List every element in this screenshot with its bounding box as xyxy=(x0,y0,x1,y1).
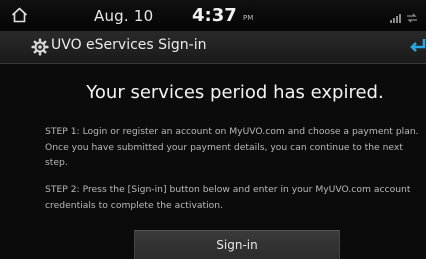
step-2-instructions: STEP 2: Press the [Sign-in] button below… xyxy=(45,184,411,211)
status-ampm: PM xyxy=(243,14,254,22)
sign-in-button-label: Sign-in xyxy=(216,238,258,252)
signal-icon xyxy=(390,8,402,27)
home-button[interactable] xyxy=(4,2,34,28)
step-1-instructions: STEP 1: Login or register an account on … xyxy=(45,126,419,168)
back-button[interactable] xyxy=(404,35,426,59)
back-arrow-icon xyxy=(410,36,426,58)
title-bar: UVO eServices Sign-in xyxy=(0,31,426,64)
status-time: 4:37 xyxy=(192,5,237,26)
status-icons xyxy=(390,8,418,27)
connection-icon xyxy=(406,8,418,27)
home-icon xyxy=(11,7,28,23)
status-date: Aug. 10 xyxy=(94,7,154,25)
page-title: UVO eServices Sign-in xyxy=(51,37,207,53)
sign-in-button[interactable]: Sign-in xyxy=(134,230,340,259)
status-bar: Aug. 10 4:37 PM xyxy=(0,0,426,31)
gear-icon xyxy=(30,37,50,57)
headline: Your services period has expired. xyxy=(86,82,384,103)
head-unit-screen: Aug. 10 4:37 PM UVO eServices Sign-in Yo… xyxy=(0,0,426,259)
